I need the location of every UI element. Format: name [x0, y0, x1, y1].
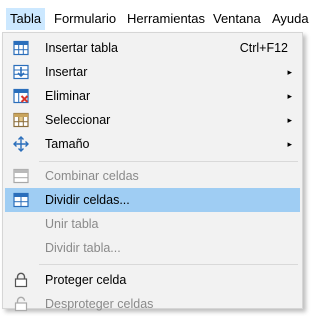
- insert-table-shortcut: Ctrl+F12: [239, 41, 288, 55]
- lock-icon: [14, 272, 28, 288]
- size-label: Tamaño: [45, 137, 90, 151]
- menu-bar: Tabla Formulario Herramientas Ventana Ay…: [0, 0, 311, 32]
- delete-table-icon: [13, 88, 29, 104]
- menu-item-merge-cells[interactable]: Combinar celdas: [5, 164, 300, 188]
- insert-rows-icon: [13, 64, 29, 80]
- menu-ventana[interactable]: Ventana: [209, 8, 265, 30]
- menu-separator: [39, 161, 298, 162]
- menu-item-select[interactable]: Seleccionar ▸: [5, 108, 300, 132]
- menu-item-merge-table[interactable]: Unir tabla: [5, 212, 300, 236]
- menu-herramientas[interactable]: Herramientas: [123, 8, 209, 30]
- unprotect-cells-label: Desproteger celdas: [45, 297, 154, 311]
- resize-arrows-icon: [13, 136, 29, 152]
- menu-separator: [39, 264, 298, 265]
- split-cells-label: Dividir celdas...: [45, 193, 130, 207]
- menu-item-protect-cell[interactable]: Proteger celda: [5, 268, 300, 292]
- delete-label: Eliminar: [45, 89, 91, 103]
- split-table-label: Dividir tabla...: [45, 241, 121, 255]
- menu-item-insert[interactable]: Insertar ▸: [5, 60, 300, 84]
- unlock-icon: [14, 296, 28, 312]
- tabla-dropdown-menu: Insertar tabla Ctrl+F12 Insertar ▸ Elimi…: [2, 32, 303, 312]
- table-grid-icon: [13, 40, 29, 56]
- menu-item-split-cells[interactable]: Dividir celdas...: [5, 188, 300, 212]
- merge-cells-label: Combinar celdas: [45, 169, 139, 183]
- insert-label: Insertar: [45, 65, 88, 79]
- menu-item-insert-table[interactable]: Insertar tabla Ctrl+F12: [5, 36, 300, 60]
- split-cells-icon: [13, 192, 29, 208]
- merge-cells-icon: [13, 168, 29, 184]
- menu-ayuda[interactable]: Ayuda: [268, 8, 313, 30]
- menu-tabla[interactable]: Tabla: [6, 8, 46, 30]
- submenu-arrow-icon: ▸: [287, 139, 292, 149]
- protect-cell-label: Proteger celda: [45, 273, 127, 287]
- merge-table-label: Unir tabla: [45, 217, 99, 231]
- submenu-arrow-icon: ▸: [287, 91, 292, 101]
- submenu-arrow-icon: ▸: [287, 115, 292, 125]
- submenu-arrow-icon: ▸: [287, 67, 292, 77]
- menu-item-split-table[interactable]: Dividir tabla...: [5, 236, 300, 260]
- select-label: Seleccionar: [45, 113, 111, 127]
- menu-formulario[interactable]: Formulario: [50, 8, 120, 30]
- menu-item-delete[interactable]: Eliminar ▸: [5, 84, 300, 108]
- menu-item-unprotect-cells[interactable]: Desproteger celdas: [5, 292, 300, 316]
- menu-item-size[interactable]: Tamaño ▸: [5, 132, 300, 156]
- select-table-icon: [13, 112, 29, 128]
- insert-table-label: Insertar tabla: [45, 41, 118, 55]
